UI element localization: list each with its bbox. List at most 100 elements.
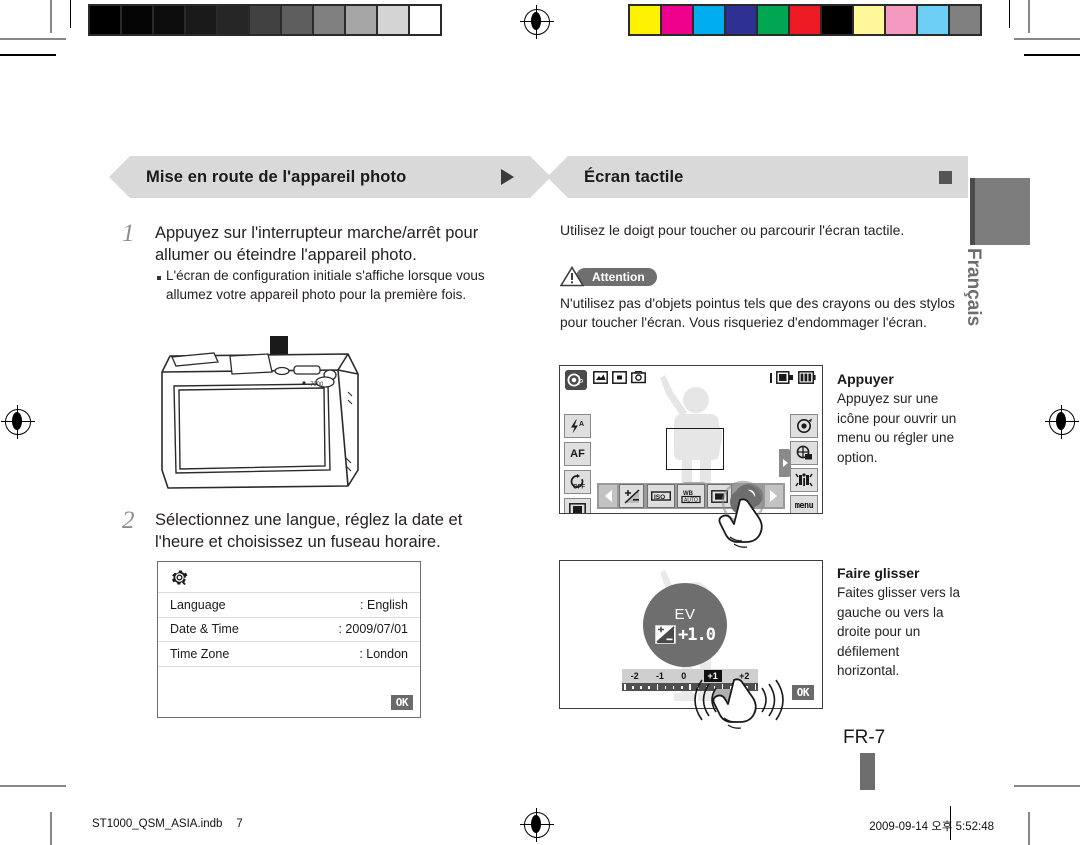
color-patch-2 bbox=[694, 6, 724, 34]
table-row[interactable]: Language : English bbox=[158, 592, 420, 617]
gray-patch-5 bbox=[250, 6, 280, 34]
crop-mark-br-v1 bbox=[1028, 812, 1030, 845]
scene-mode-icon[interactable] bbox=[790, 441, 818, 465]
right-button-column: menu bbox=[790, 414, 818, 513]
settings-row-list: Language : English Date & Time : 2009/07… bbox=[158, 592, 420, 667]
af-frame bbox=[666, 428, 724, 470]
chevron-left-icon[interactable] bbox=[599, 485, 617, 507]
caution-label: Attention bbox=[576, 267, 657, 286]
page-number-bar bbox=[860, 753, 875, 790]
crop-mark-br-h1 bbox=[1014, 785, 1080, 787]
footer-file-info: ST1000_QSM_ASIA.indb 7 bbox=[92, 818, 243, 830]
ok-button[interactable]: OK bbox=[791, 685, 814, 700]
battery-icon bbox=[798, 371, 816, 384]
status-icon-group bbox=[593, 371, 646, 384]
page-number: FR-7 bbox=[843, 727, 886, 748]
footer-file-name: ST1000_QSM_ASIA.indb bbox=[92, 818, 223, 830]
color-patch-10 bbox=[950, 6, 980, 34]
exposure-icon[interactable] bbox=[619, 484, 645, 508]
af-icon[interactable]: AF bbox=[564, 442, 591, 466]
touch-demo-heading: Appuyer bbox=[837, 371, 894, 387]
color-patch-6 bbox=[822, 6, 852, 34]
memory-card-icon bbox=[776, 371, 793, 384]
step-1-bullet-text: L'écran de configuration initiale s'affi… bbox=[166, 268, 485, 302]
hand-drag-icon bbox=[694, 678, 792, 745]
right-status-group bbox=[770, 371, 816, 384]
svg-text:AUTO: AUTO bbox=[684, 498, 698, 504]
iso-icon[interactable]: ISO bbox=[646, 484, 675, 508]
ev-dial[interactable]: EV +1.0 bbox=[643, 583, 727, 667]
white-balance-icon[interactable]: WB AUTO bbox=[676, 484, 705, 508]
section-title-touch-screen: Écran tactile bbox=[584, 167, 684, 186]
color-patch-9 bbox=[918, 6, 948, 34]
crop-mark-tr-h2 bbox=[1024, 54, 1080, 56]
gray-patch-1 bbox=[122, 6, 152, 34]
crop-mark-tr-h1 bbox=[1014, 38, 1080, 40]
ev-dial-value: +1.0 bbox=[678, 624, 716, 645]
hand-tap-icon bbox=[706, 480, 780, 561]
section-title-getting-started: Mise en route de l'appareil photo bbox=[146, 167, 407, 186]
square-icon bbox=[939, 170, 952, 184]
ev-tick: 0 bbox=[681, 671, 687, 681]
registration-mark-right bbox=[1045, 405, 1079, 439]
ev-dial-label: EV bbox=[674, 605, 696, 623]
face-detect-icon bbox=[631, 371, 646, 384]
metering-icon bbox=[612, 371, 627, 384]
color-patch-4 bbox=[758, 6, 788, 34]
flash-auto-icon[interactable]: A bbox=[564, 414, 591, 438]
footer-file-page: 7 bbox=[236, 818, 243, 830]
timer-off-icon[interactable]: OFF bbox=[564, 470, 591, 494]
caution-badge: Attention bbox=[559, 265, 657, 287]
setting-value: : English bbox=[360, 597, 408, 612]
setting-label: Time Zone bbox=[170, 646, 230, 661]
setting-value: : London bbox=[359, 646, 408, 661]
footer-divider bbox=[950, 806, 951, 840]
crop-mark-tl-v1 bbox=[50, 0, 52, 33]
color-calibration-strip bbox=[628, 4, 982, 36]
gray-patch-10 bbox=[410, 6, 440, 34]
ok-button[interactable]: OK bbox=[390, 695, 413, 710]
section-header-touch-screen: Écran tactile bbox=[547, 156, 968, 198]
exposure-icon bbox=[655, 625, 676, 644]
ev-tick: -2 bbox=[630, 671, 639, 681]
color-patch-5 bbox=[790, 6, 820, 34]
gray-patch-4 bbox=[218, 6, 248, 34]
drag-demo-heading: Faire glisser bbox=[837, 565, 920, 581]
menu-button[interactable]: menu bbox=[790, 495, 818, 513]
panel-expand-handle[interactable] bbox=[779, 449, 791, 477]
sound-icon[interactable] bbox=[790, 468, 818, 492]
initial-settings-screen: Language : English Date & Time : 2009/07… bbox=[157, 561, 421, 718]
touch-demo-text: Appuyez sur une icône pour ouvrir un men… bbox=[837, 391, 957, 465]
gray-patch-7 bbox=[314, 6, 344, 34]
table-row[interactable]: Time Zone : London bbox=[158, 641, 420, 667]
svg-text:OFF: OFF bbox=[573, 485, 585, 491]
section-header-getting-started: Mise en route de l'appareil photo bbox=[109, 156, 551, 198]
ev-tick: -1 bbox=[655, 671, 664, 681]
gray-patch-9 bbox=[378, 6, 408, 34]
crop-mark-tl-v2 bbox=[70, 0, 71, 28]
touch-demo-lcd: P A AF OFF menu ISO WB AUTO bbox=[559, 365, 823, 514]
table-row[interactable]: Date & Time : 2009/07/01 bbox=[158, 616, 420, 642]
settings-header bbox=[158, 562, 420, 592]
gear-icon bbox=[171, 569, 188, 585]
gray-patch-2 bbox=[154, 6, 184, 34]
camera-mode-icon[interactable]: P bbox=[565, 370, 587, 395]
registration-mark-top bbox=[520, 5, 554, 39]
caution-text: N'utilisez pas d'objets pointus tels que… bbox=[560, 296, 955, 330]
camera-front-illustration: 7000 bbox=[152, 330, 372, 502]
left-button-column: A AF OFF bbox=[564, 414, 591, 513]
registration-mark-bottom bbox=[520, 808, 554, 842]
language-side-tab bbox=[970, 178, 1030, 245]
color-patch-0 bbox=[630, 6, 660, 34]
svg-text:ISO: ISO bbox=[654, 494, 665, 501]
bullet-icon bbox=[152, 269, 166, 287]
crop-mark-bl-v1 bbox=[50, 812, 52, 845]
triangle-right-icon bbox=[501, 169, 514, 185]
language-side-tab-label: Français bbox=[963, 248, 984, 327]
grayscale-calibration-strip bbox=[88, 4, 442, 36]
display-icon[interactable] bbox=[564, 498, 591, 513]
registration-mark-left bbox=[1, 405, 35, 439]
crop-mark-bl-h1 bbox=[0, 785, 66, 787]
shooting-mode-icon[interactable] bbox=[790, 414, 818, 438]
svg-text:A: A bbox=[579, 421, 584, 428]
